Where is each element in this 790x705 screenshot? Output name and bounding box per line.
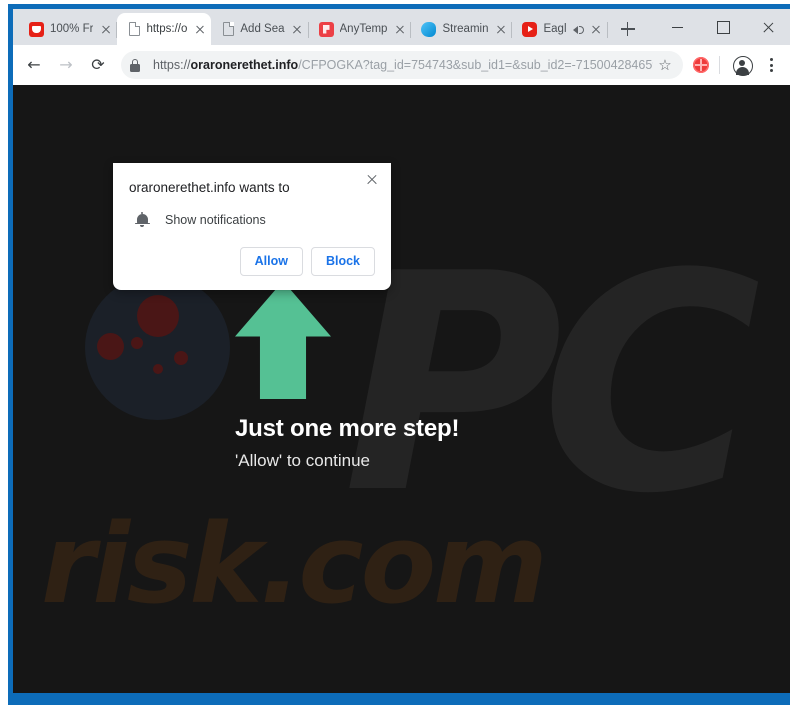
minimize-button[interactable] [655,11,700,43]
tab-title: Streamin [442,23,489,35]
tab-title: 100% Fr [50,23,94,35]
tab-100-free[interactable]: 100% Fr [19,13,118,45]
browser-toolbar: ← → ⟳ https://oraronerethet.info/CFPOGKA… [13,45,790,85]
bell-icon [133,211,151,229]
tab-title: https://o [146,23,188,35]
back-arrow-icon: ← [27,55,41,74]
tab-audio-playing-icon[interactable] [572,22,586,36]
permission-label: Show notifications [165,212,266,227]
dialog-title: oraronerethet.info wants to [129,180,290,195]
lock-body [130,64,140,72]
close-window-button[interactable] [745,11,790,43]
tab-streaming[interactable]: Streamin [411,13,513,45]
page-subtitle: 'Allow' to continue [235,451,371,470]
profile-body [735,67,749,75]
profile-head [739,60,745,66]
decorative-blob [137,295,179,337]
tab-close-icon[interactable] [493,22,508,37]
tab-anytemp[interactable]: AnyTemp [309,13,412,45]
url-scheme: https:// [153,58,191,72]
dialog-close-icon[interactable] [361,169,383,191]
reload-button[interactable]: ⟳ [83,50,113,80]
tab-close-icon[interactable] [192,22,207,37]
address-bar[interactable]: https://oraronerethet.info/CFPOGKA?tag_i… [121,51,683,79]
decorative-blob [174,351,188,365]
browser-window-frame: 100% Fr https://o Add Sea AnyTemp Stream… [8,4,790,705]
url-domain: oraronerethet.info [190,58,299,72]
allow-button[interactable]: Allow [239,246,303,276]
forward-arrow-icon: → [59,55,73,74]
tab-close-icon[interactable] [589,22,604,37]
tab-divider [606,22,608,38]
tab-eagle[interactable]: Eagl [512,13,608,45]
permission-row: Show notifications [129,211,375,229]
url-text: https://oraronerethet.info/CFPOGKA?tag_i… [153,51,653,79]
block-button[interactable]: Block [310,246,375,276]
tab-add-search[interactable]: Add Sea [211,13,309,45]
chrome-browser: 100% Fr https://o Add Sea AnyTemp Stream… [13,9,790,693]
streaming-blue-icon [421,21,437,37]
three-dot-menu-icon[interactable] [760,51,782,79]
tab-close-icon[interactable] [392,22,407,37]
dialog-actions: Allow Block [129,246,375,276]
lock-icon[interactable] [121,51,149,79]
menu-dot [769,69,773,72]
tab-title: Add Sea [240,23,285,35]
back-button[interactable]: ← [19,50,49,80]
maximize-button[interactable] [700,11,745,43]
reload-icon: ⟳ [91,55,105,74]
extension-cross-v [700,59,702,71]
tab-strip: 100% Fr https://o Add Sea AnyTemp Stream… [13,9,790,45]
generic-page-icon [129,22,141,36]
tab-close-icon[interactable] [98,22,113,37]
bell-clapper [140,224,144,228]
bookmark-star-icon[interactable]: ☆ [653,53,677,77]
decorative-blob [131,337,143,349]
profile-avatar-icon[interactable] [728,51,756,79]
shield-red-icon [29,21,44,37]
watermark-risk: risk.com [41,500,548,628]
decorative-blob [97,333,124,360]
menu-dot [769,58,773,61]
new-tab-button[interactable] [614,15,642,43]
tab-title: AnyTemp [339,23,388,35]
menu-dot [769,63,773,67]
call-to-action-block: Just one more step! 'Allow' to continue [235,281,535,471]
decorative-blob [153,364,163,374]
tab-title: Eagl [543,23,567,35]
tab-close-icon[interactable] [290,22,305,37]
forward-button[interactable]: → [51,50,81,80]
url-path: /CFPOGKA?tag_id=754743&sub_id1=&sub_id2=… [298,58,653,72]
notification-permission-dialog: oraronerethet.info wants to Show notific… [113,163,391,290]
page-title: Just one more step! [235,415,460,442]
youtube-icon [522,21,538,37]
up-arrow-icon [235,281,331,399]
page-content: PC risk.com Just one more step! 'Allow' … [13,85,790,693]
decorative-circle [85,275,230,420]
extension-icon[interactable] [687,51,715,79]
window-controls [655,9,790,45]
generic-page-icon [223,22,235,36]
screenshot-root: 100% Fr https://o Add Sea AnyTemp Stream… [0,0,790,705]
anytemp-red-icon [318,21,334,37]
tab-active-oraronerethet[interactable]: https://o [117,13,212,45]
toolbar-divider [719,56,720,74]
